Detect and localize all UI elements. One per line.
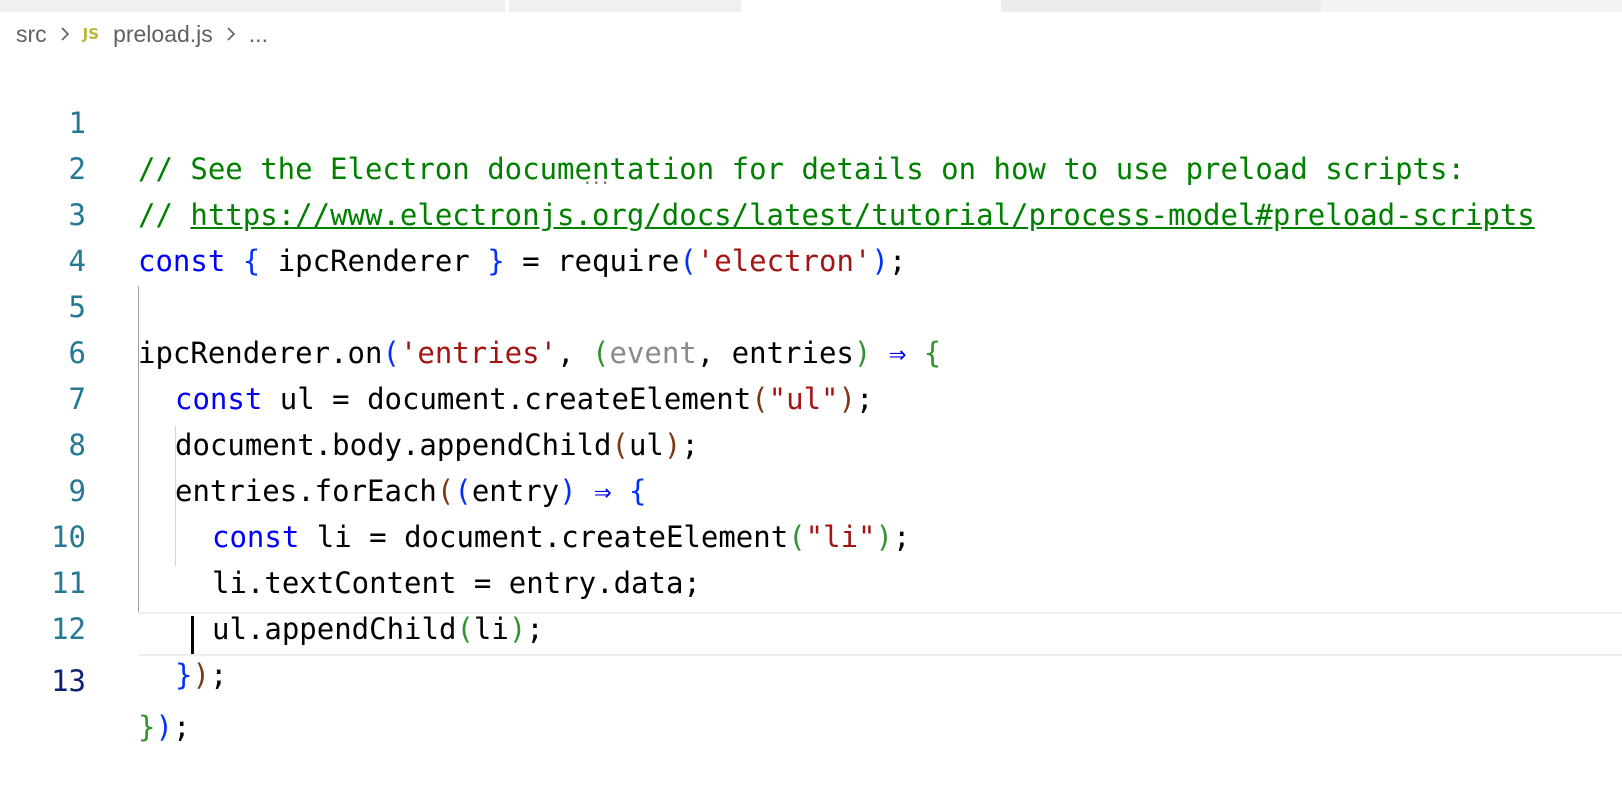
semicolon: ; (209, 658, 228, 692)
breadcrumb: src JS preload.js ... (16, 18, 268, 50)
code-line[interactable]: 6 const ul = document.createElement("ul"… (0, 284, 1622, 416)
code-line[interactable]: 4 (0, 192, 1622, 278)
editor-tab[interactable] (0, 0, 505, 12)
editor-tab[interactable] (1321, 0, 1622, 12)
code-line[interactable]: 13 }); (0, 612, 1622, 744)
code-line[interactable]: 9 const li = document.createElement("li"… (0, 422, 1622, 554)
breadcrumb-file[interactable]: preload.js (113, 21, 213, 48)
editor-tab-strip (0, 0, 1622, 12)
paren: ) (155, 710, 173, 744)
text-cursor (191, 616, 194, 654)
code-line[interactable]: 10 li.textContent = entry.data; (0, 468, 1622, 600)
brace: } (138, 710, 156, 744)
breadcrumb-symbols[interactable]: ... (249, 21, 268, 48)
code-line[interactable]: 3 const { ipcRenderer } = require('elect… (0, 146, 1622, 278)
editor-tab-active[interactable] (741, 0, 999, 12)
code-line[interactable]: 12 }); (0, 560, 1622, 692)
brace: } (175, 658, 193, 692)
javascript-file-icon: JS (82, 25, 100, 43)
code-line[interactable]: 1 // See the Electron documentation for … (0, 54, 1622, 186)
code-line[interactable]: 5 ipcRenderer.on('entries', (event, entr… (0, 238, 1622, 370)
code-line[interactable]: 2 // https://www.electronjs.org/docs/lat… (0, 100, 1622, 232)
semicolon: ; (172, 710, 191, 744)
code-editor[interactable]: 1 // See the Electron documentation for … (0, 54, 1622, 744)
chevron-right-icon (227, 27, 235, 41)
breadcrumb-folder[interactable]: src (16, 21, 47, 48)
code-line[interactable]: 11 ul.appendChild(li); (0, 514, 1622, 646)
editor-tab[interactable] (1001, 0, 1321, 12)
editor-tab[interactable] (509, 0, 741, 12)
code-line[interactable]: 7 document.body.appendChild(ul); (0, 330, 1622, 462)
paren: ) (192, 658, 210, 692)
chevron-right-icon (61, 27, 69, 41)
code-line[interactable]: 8 entries.forEach((entry) ⇒ { (0, 376, 1622, 508)
line-number: 13 (51, 664, 86, 698)
